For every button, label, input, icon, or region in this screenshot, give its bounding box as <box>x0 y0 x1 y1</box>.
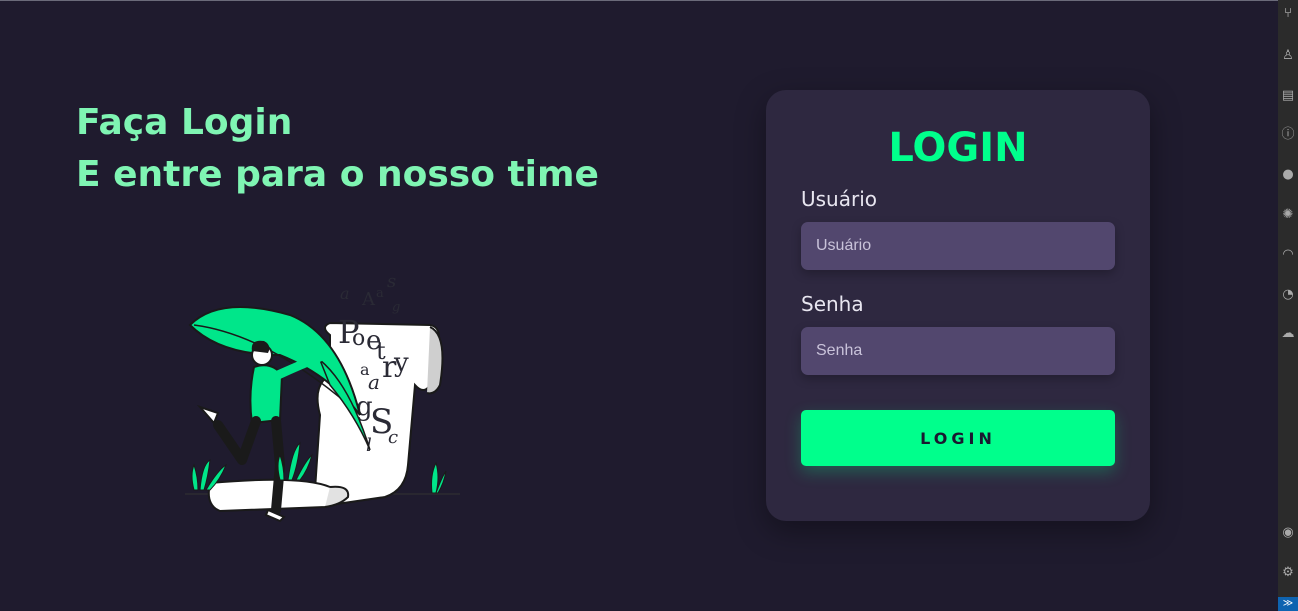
layout-icon[interactable]: ▤ <box>1280 88 1296 104</box>
letter-A: A <box>361 289 376 310</box>
letter-c: c <box>388 427 398 448</box>
hero-line-1: Faça Login <box>76 102 293 143</box>
letter-y: y <box>393 348 409 378</box>
settings-icon[interactable]: ✺ <box>1280 207 1296 223</box>
branch-icon[interactable]: ⑂ <box>1280 6 1296 22</box>
login-button[interactable]: LOGIN <box>801 410 1115 466</box>
cloud-icon[interactable]: ☁ <box>1280 326 1296 342</box>
letter-g: g <box>392 300 400 315</box>
wifi-icon[interactable]: ◠ <box>1280 247 1296 263</box>
letter-a4: a <box>368 370 380 394</box>
login-title: LOGIN <box>888 125 1028 171</box>
github-icon[interactable]: ● <box>1280 167 1296 183</box>
poetry-illustration: a A a s g P o e t r y a a g S c l <box>185 271 460 523</box>
letter-o: o <box>352 326 365 351</box>
editor-side-toolbar: ⑂ ♙ ▤ ⓘ ● ✺ ◠ ◔ ☁ ◉ ⚙ ≫ <box>1278 0 1298 611</box>
extensions-icon[interactable]: ♙ <box>1280 48 1296 64</box>
window-top-border <box>0 0 1278 1</box>
account-icon[interactable]: ◉ <box>1280 525 1296 541</box>
letter-a2: a <box>376 286 384 301</box>
hero-line-2: E entre para o nosso time <box>76 154 599 195</box>
gear-icon[interactable]: ⚙ <box>1280 565 1296 581</box>
password-label: Senha <box>801 292 864 316</box>
username-input[interactable] <box>801 222 1115 270</box>
letter-s: s <box>387 271 396 292</box>
remote-icon[interactable]: ≫ <box>1278 597 1298 611</box>
letter-a1: a <box>340 284 350 303</box>
info-icon[interactable]: ⓘ <box>1280 127 1296 143</box>
hero-heading: Faça Login E entre para o nosso time <box>76 97 599 201</box>
username-label: Usuário <box>801 187 878 211</box>
timeline-icon[interactable]: ◔ <box>1280 287 1296 303</box>
password-input[interactable] <box>801 327 1115 375</box>
